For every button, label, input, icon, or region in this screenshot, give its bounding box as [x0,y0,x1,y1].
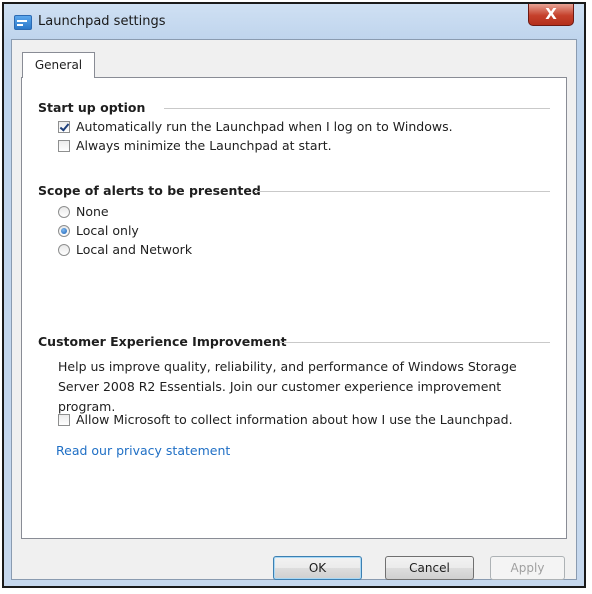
close-button[interactable]: X [528,4,574,26]
dialog-client-area: General Start up option Automatically ru… [11,39,577,580]
alert-local-option[interactable]: Local only [58,223,139,238]
alerts-group-header: Scope of alerts to be presented [38,183,261,198]
tab-general[interactable]: General [22,52,95,78]
alert-local-label[interactable]: Local only [76,223,139,238]
alert-none-radio[interactable] [58,205,70,218]
dialog-window: Launchpad settings X General Start up op… [2,2,586,588]
minimize-checkbox[interactable] [58,139,70,152]
collect-info-label[interactable]: Allow Microsoft to collect information a… [76,412,513,427]
privacy-statement-link[interactable]: Read our privacy statement [56,443,230,458]
startup-divider [164,108,550,109]
ceip-divider [280,342,550,343]
minimize-label[interactable]: Always minimize the Launchpad at start. [76,138,332,153]
ceip-description: Help us improve quality, reliability, an… [58,359,517,414]
launchpad-app-icon [14,15,32,30]
alert-local-radio[interactable] [58,224,70,237]
auto-run-checkbox[interactable] [58,120,70,133]
alerts-divider [254,191,550,192]
minimize-option[interactable]: Always minimize the Launchpad at start. [58,138,332,153]
collect-info-checkbox[interactable] [58,413,70,426]
collect-info-option[interactable]: Allow Microsoft to collect information a… [58,412,513,427]
apply-button[interactable]: Apply [490,556,565,580]
alert-local-network-radio[interactable] [58,243,70,256]
general-tab-panel: Start up option Automatically run the La… [21,77,567,539]
auto-run-label[interactable]: Automatically run the Launchpad when I l… [76,119,453,134]
alert-local-network-label[interactable]: Local and Network [76,242,192,257]
alert-none-label[interactable]: None [76,204,109,219]
window-title: Launchpad settings [38,14,166,29]
auto-run-option[interactable]: Automatically run the Launchpad when I l… [58,119,453,134]
alert-local-network-option[interactable]: Local and Network [58,242,192,257]
title-bar[interactable]: Launchpad settings X [4,4,584,38]
ceip-group-header: Customer Experience Improvement [38,334,287,349]
ok-button[interactable]: OK [273,556,362,580]
startup-group-header: Start up option [38,100,146,115]
cancel-button[interactable]: Cancel [385,556,474,580]
alert-none-option[interactable]: None [58,204,109,219]
